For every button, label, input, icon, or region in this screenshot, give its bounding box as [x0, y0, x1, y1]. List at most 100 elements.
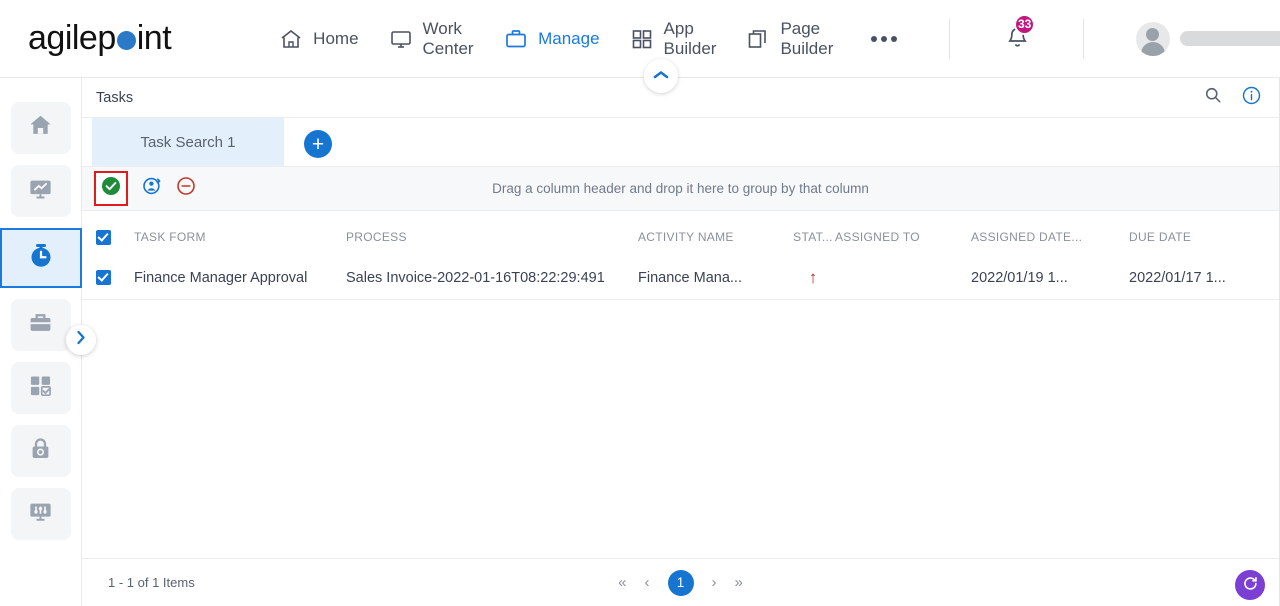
task-action-toolbar — [82, 171, 196, 206]
select-all-checkbox-cell — [96, 229, 134, 245]
logo-text-part2: int — [136, 19, 172, 57]
column-header-task-form[interactable]: TASK FORM — [134, 230, 346, 244]
pagination: « ‹ 1 › » — [82, 569, 1279, 596]
top-navigation-bar: agilep int Home Work Center Manage App B… — [0, 0, 1280, 78]
home-icon — [27, 112, 54, 144]
task-search-tabs: Task Search 1 + — [82, 118, 1279, 177]
main-nav-items: Home Work Center Manage App Builder Page… — [279, 13, 1280, 59]
nav-item-app-builder[interactable]: App Builder — [630, 18, 717, 59]
priority-up-arrow-icon: ↑ — [808, 267, 818, 287]
sidebar-item-settings[interactable] — [10, 488, 71, 540]
notification-badge: 33 — [1014, 13, 1036, 35]
select-all-checkbox[interactable] — [96, 229, 111, 245]
complete-task-button[interactable] — [94, 171, 128, 206]
prev-page-button[interactable]: ‹ — [645, 574, 650, 591]
add-tab-button[interactable]: + — [304, 130, 332, 158]
cell-task-form: Finance Manager Approval — [134, 269, 308, 286]
last-page-button[interactable]: » — [735, 574, 743, 591]
cell-status: ↑ — [791, 269, 835, 287]
column-header-due-date[interactable]: DUE DATE — [1129, 230, 1269, 244]
cell-activity-name: Finance Mana... — [638, 269, 742, 286]
nav-more-button[interactable] — [871, 35, 898, 42]
tasks-header-actions — [1204, 86, 1261, 110]
table-empty-space — [82, 300, 1279, 558]
sidebar-item-work[interactable] — [10, 299, 71, 351]
copy-pages-icon — [746, 27, 770, 51]
items-count-label: 1 - 1 of 1 Items — [108, 575, 195, 590]
column-header-status[interactable]: STAT... — [791, 230, 835, 244]
avatar — [1135, 21, 1170, 56]
nav-item-home[interactable]: Home — [279, 27, 359, 51]
logo-dot-icon — [116, 31, 136, 50]
home-icon — [279, 27, 303, 51]
username-label — [1179, 31, 1280, 46]
sidebar-item-tasks[interactable] — [0, 228, 82, 288]
refresh-icon — [1242, 575, 1259, 595]
logo-text-part1: agilep — [28, 19, 116, 57]
cancel-task-button[interactable] — [176, 176, 196, 201]
next-page-button[interactable]: › — [712, 574, 717, 591]
grid-check-icon — [27, 372, 54, 404]
tab-task-search-1[interactable]: Task Search 1 — [92, 118, 284, 166]
clock-icon — [26, 241, 56, 276]
expand-sidebar-button[interactable] — [66, 325, 96, 355]
user-menu[interactable] — [1135, 21, 1280, 56]
first-page-button[interactable]: « — [618, 574, 626, 591]
refresh-button[interactable] — [1235, 570, 1265, 600]
bell-icon — [1004, 27, 1031, 54]
tab-label: Task Search 1 — [140, 133, 236, 151]
more-dot-icon — [891, 35, 898, 42]
more-dot-icon — [881, 35, 888, 42]
sidebar-item-home[interactable] — [10, 102, 71, 154]
monitor-icon — [389, 27, 413, 51]
nav-label-page-builder: Page Builder — [780, 18, 834, 58]
nav-label-manage: Manage — [538, 28, 600, 48]
app-body: Tasks Task Search 1 + Drag a column head… — [0, 78, 1280, 606]
chart-monitor-icon — [27, 175, 54, 207]
group-by-bar[interactable]: Drag a column header and drop it here to… — [82, 166, 1279, 211]
notifications-button[interactable]: 33 — [1004, 13, 1036, 55]
cell-due-date: 2022/01/17 1... — [1129, 269, 1226, 286]
nav-label-app-builder: App Builder — [663, 18, 717, 58]
sidebar-item-access[interactable] — [10, 425, 71, 477]
sidebar-item-reports[interactable] — [10, 165, 71, 217]
nav-label-home: Home — [313, 28, 359, 48]
info-circle-icon[interactable] — [1242, 86, 1261, 110]
plus-icon: + — [311, 132, 325, 156]
nav-item-page-builder[interactable]: Page Builder — [746, 19, 833, 59]
nav-label-work-center: Work Center — [422, 18, 474, 58]
nav-item-work-center[interactable]: Work Center — [389, 19, 475, 59]
column-header-activity-name[interactable]: ACTIVITY NAME — [638, 230, 791, 244]
column-header-assigned-to[interactable]: ASSIGNED TO — [835, 230, 971, 244]
check-circle-icon — [101, 176, 121, 201]
page-title: Tasks — [96, 89, 134, 106]
row-checkbox-cell — [96, 270, 134, 285]
tasks-header-bar: Tasks — [82, 78, 1279, 118]
cell-process: Sales Invoice-2022-01-16T08:22:29:491 — [346, 269, 605, 286]
chevron-right-icon — [76, 330, 86, 350]
briefcase-icon — [27, 309, 54, 341]
reassign-task-button[interactable] — [142, 176, 162, 201]
nav-item-manage[interactable]: Manage — [504, 27, 600, 51]
sidebar-item-apps[interactable] — [10, 362, 71, 414]
tasks-table: TASK FORM PROCESS ACTIVITY NAME STAT... … — [82, 211, 1279, 300]
more-dot-icon — [871, 35, 878, 42]
table-row[interactable]: Finance Manager Approval Sales Invoice-2… — [82, 256, 1279, 300]
search-icon[interactable] — [1204, 86, 1222, 109]
chevron-up-icon — [653, 67, 669, 85]
briefcase-icon — [504, 27, 528, 51]
grid-icon — [630, 27, 654, 51]
collapse-header-button[interactable] — [644, 59, 678, 93]
reassign-user-icon — [142, 176, 162, 201]
row-checkbox[interactable] — [96, 270, 111, 285]
agilepoint-logo[interactable]: agilep int — [28, 19, 172, 58]
column-header-process[interactable]: PROCESS — [346, 230, 638, 244]
sliders-icon — [27, 498, 54, 530]
table-header-row: TASK FORM PROCESS ACTIVITY NAME STAT... … — [82, 218, 1279, 256]
left-sidebar — [0, 78, 96, 606]
nav-divider — [1083, 18, 1084, 59]
table-footer: 1 - 1 of 1 Items « ‹ 1 › » — [82, 558, 1279, 606]
page-number-1[interactable]: 1 — [667, 569, 694, 596]
nav-divider — [949, 18, 951, 59]
column-header-assigned-date[interactable]: ASSIGNED DATE... — [971, 230, 1129, 244]
